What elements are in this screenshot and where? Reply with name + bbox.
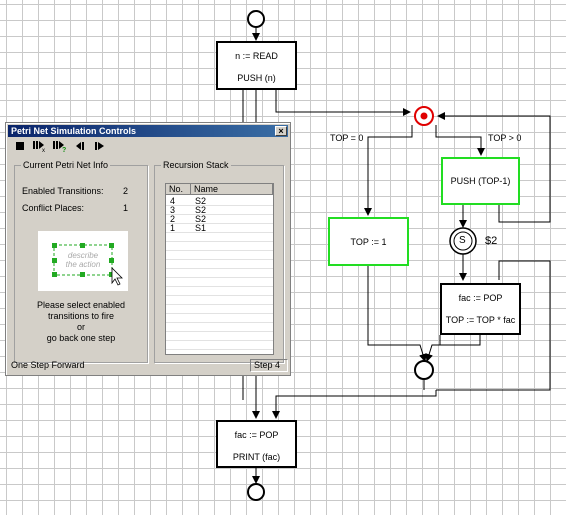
dialog-titlebar[interactable]: Petri Net Simulation Controls × — [8, 125, 288, 137]
empty-row — [166, 260, 273, 269]
empty-row — [166, 278, 273, 287]
instruction-line-3: or — [76, 322, 85, 332]
row-name: S2 — [195, 205, 207, 215]
fire-random-button[interactable]: ? — [53, 140, 67, 152]
table-row[interactable]: 3 S2 — [166, 206, 273, 215]
action-preview-text: describe the action — [65, 251, 101, 269]
row-name: S2 — [195, 196, 207, 206]
push-transition[interactable]: PUSH (TOP-1) — [441, 157, 520, 205]
step-forward-icon: x — [33, 141, 45, 152]
start-place — [247, 10, 265, 28]
merge-place — [414, 360, 434, 380]
svg-text:x: x — [42, 148, 45, 152]
table-row[interactable]: 1 S1 — [166, 224, 273, 233]
guard-zero-label: TOP = 0 — [330, 133, 364, 143]
row-no: 1 — [170, 223, 176, 233]
close-button[interactable]: × — [275, 126, 287, 136]
pop-box-line1: fac := POP — [458, 293, 503, 303]
empty-row — [166, 233, 273, 242]
table-row[interactable]: 4 S2 — [166, 197, 273, 206]
table-row[interactable]: 2 S2 — [166, 215, 273, 224]
simulation-controls-dialog: Petri Net Simulation Controls × x ? Curr… — [5, 122, 291, 376]
fire-random-icon: ? — [53, 141, 66, 152]
print-box-line2: PRINT (fac) — [232, 452, 281, 462]
assign-transition-label: TOP := 1 — [350, 236, 387, 247]
read-box-line1: n := READ — [235, 51, 278, 61]
empty-row — [166, 332, 273, 341]
empty-row — [166, 269, 273, 278]
empty-row — [166, 251, 273, 260]
recursion-stack-table[interactable]: No. Name 4 S2 3 S2 2 S2 1 S1 — [165, 183, 274, 355]
empty-row — [166, 242, 273, 251]
push-transition-label: PUSH (TOP-1) — [450, 176, 511, 186]
stop-button[interactable] — [13, 140, 27, 152]
row-no: 3 — [170, 205, 176, 215]
row-name: S2 — [195, 214, 207, 224]
stop-icon — [15, 141, 24, 150]
step-forward-button[interactable]: x — [33, 140, 47, 152]
pop-box[interactable]: fac := POP TOP := TOP * fac — [440, 283, 521, 335]
end-place — [247, 483, 265, 501]
row-no: 2 — [170, 214, 176, 224]
empty-row — [166, 287, 273, 296]
play-button[interactable] — [93, 140, 107, 152]
pop-box-line2: TOP := TOP * fac — [445, 315, 516, 325]
play-icon — [95, 142, 104, 150]
sub-place-symbol: S — [459, 235, 466, 246]
assign-transition[interactable]: TOP := 1 — [328, 217, 409, 266]
read-box[interactable]: n := READ PUSH (n) — [216, 41, 297, 90]
guard-positive-label: TOP > 0 — [488, 133, 522, 143]
recursion-stack-group: Recursion Stack No. Name 4 S2 3 S2 2 S2 … — [154, 160, 284, 363]
svg-text:?: ? — [62, 147, 66, 152]
dialog-title: Petri Net Simulation Controls — [11, 126, 137, 136]
instruction-message: Please select enabled transitions to fir… — [18, 300, 144, 344]
empty-row — [166, 296, 273, 305]
empty-row — [166, 341, 273, 350]
empty-row — [166, 323, 273, 332]
simulation-toolbar: x ? — [13, 140, 107, 152]
marked-place-token — [420, 112, 428, 120]
action-preview: describe the action — [38, 231, 128, 291]
status-bar: One Step Forward Step 4 — [8, 359, 288, 373]
info-group-label: Current Petri Net Info — [21, 160, 111, 170]
instruction-line-1: Please select enabled — [36, 300, 126, 310]
step-counter: Step 4 — [250, 359, 288, 372]
recursion-stack-label: Recursion Stack — [161, 160, 231, 170]
conflict-places-value: 1 — [123, 203, 129, 213]
print-box[interactable]: fac := POP PRINT (fac) — [216, 420, 297, 468]
step-back-button[interactable] — [73, 140, 87, 152]
info-group: Current Petri Net Info Enabled Transitio… — [14, 160, 148, 363]
enabled-transitions-value: 2 — [123, 186, 129, 196]
conflict-places-label: Conflict Places: — [22, 203, 85, 213]
enabled-transitions-label: Enabled Transitions: — [22, 186, 104, 196]
sub-place-label: $2 — [485, 235, 498, 247]
empty-row — [166, 305, 273, 314]
close-icon: × — [278, 126, 284, 136]
step-back-icon — [76, 142, 84, 150]
empty-row — [166, 314, 273, 323]
row-no: 4 — [170, 196, 176, 206]
print-box-line1: fac := POP — [234, 430, 279, 440]
read-box-line2: PUSH (n) — [237, 73, 276, 83]
row-name: S1 — [195, 223, 207, 233]
instruction-line-2: transitions to fire — [47, 311, 115, 321]
status-text: One Step Forward — [11, 360, 85, 370]
instruction-line-4: go back one step — [46, 333, 116, 343]
column-header-name[interactable]: Name — [191, 184, 273, 195]
column-header-no[interactable]: No. — [166, 184, 191, 195]
